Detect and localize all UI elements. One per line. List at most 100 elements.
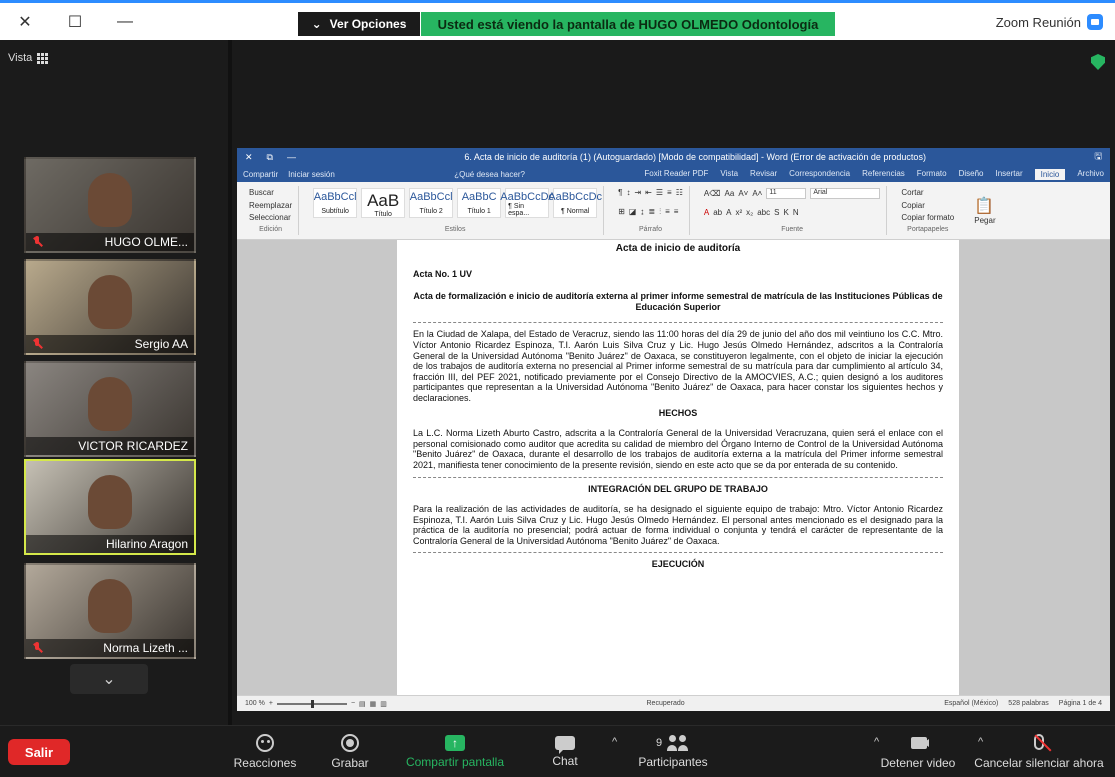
word-count-status[interactable]: 528 palabras	[1008, 700, 1048, 707]
underline-icon[interactable]: S	[774, 208, 779, 217]
chevron-up-icon[interactable]: ^	[612, 736, 617, 748]
numbered-list-icon[interactable]: ≡	[667, 188, 672, 197]
superscript-icon[interactable]: x²	[735, 208, 742, 217]
outdent-icon[interactable]: ⇤	[645, 188, 652, 197]
justify-icon[interactable]: ≣	[648, 207, 655, 216]
leave-button[interactable]: Salir	[8, 739, 70, 765]
zoom-level[interactable]: 100 %	[245, 700, 265, 707]
participant-tile[interactable]: VICTOR RICARDEZ	[24, 361, 196, 457]
italic-icon[interactable]: K	[783, 208, 788, 217]
ribbon-group-font: A⌫ Aa A˅ A˄ 11 Arial Aab Ax² x₂ abc S K N Fuente	[698, 186, 888, 235]
word-ribbon-tabs: Compartir Iniciar sesión ¿Qué desea hace…	[237, 166, 1110, 182]
participant-tile[interactable]: Norma Lizeth ...	[24, 563, 196, 659]
word-tab[interactable]: Archivo	[1077, 169, 1104, 180]
word-tab[interactable]: Foxit Reader PDF	[644, 169, 708, 180]
word-share-button[interactable]: Compartir	[243, 170, 278, 179]
copy-button[interactable]: Copiar	[901, 201, 954, 210]
word-save-icon[interactable]: 🖫	[1094, 149, 1102, 165]
multilevel-list-icon[interactable]: ☰	[656, 188, 663, 197]
participant-video	[88, 475, 132, 529]
paste-button[interactable]: Pegar	[974, 216, 995, 225]
maximize-icon[interactable]: ☐	[50, 12, 100, 32]
zoom-in-icon[interactable]: +	[269, 700, 273, 707]
zoom-slider-thumb[interactable]	[310, 699, 314, 708]
word-close-icon[interactable]: ✕	[245, 152, 253, 163]
minimize-icon[interactable]: —	[100, 13, 150, 31]
zoom-out-icon[interactable]: −	[351, 700, 355, 707]
participant-tile[interactable]: Sergio AA	[24, 259, 196, 355]
shading-icon[interactable]: ◪	[629, 207, 637, 216]
align-left-icon[interactable]: ≡	[674, 207, 679, 216]
word-tab[interactable]: Correspondencia	[789, 169, 850, 180]
participant-name: Sergio AA	[134, 337, 188, 351]
word-restore-icon[interactable]: ⧉	[267, 152, 273, 163]
word-tab[interactable]: Insertar	[996, 169, 1023, 180]
word-signin-link[interactable]: Iniciar sesión	[288, 170, 335, 179]
word-tab[interactable]: Revisar	[750, 169, 777, 180]
indent-icon[interactable]: ⇥	[634, 188, 641, 197]
style-option[interactable]: AaBbC Título 1	[457, 188, 502, 218]
replace-button[interactable]: Reemplazar	[249, 201, 292, 210]
grow-font-icon[interactable]: A˄	[752, 189, 762, 198]
word-minimize-icon[interactable]: —	[287, 152, 296, 163]
document-page[interactable]: Acta de inicio de auditoría Acta No. 1 U…	[397, 240, 959, 695]
view-options-dropdown[interactable]: ⌄ Ver Opciones	[298, 12, 420, 36]
clipboard-icon[interactable]: 📋	[974, 196, 995, 216]
gallery-scroll-down-button[interactable]: ⌄	[70, 664, 148, 694]
style-option[interactable]: AaBbCcDc ¶ Normal	[548, 188, 602, 218]
language-status[interactable]: Español (México)	[944, 700, 998, 707]
font-name-select[interactable]: Arial	[810, 188, 881, 199]
font-color-icon[interactable]: A	[704, 208, 709, 217]
borders-icon[interactable]: ⊞	[618, 207, 625, 216]
subscript-icon[interactable]: x₂	[746, 208, 753, 217]
select-button[interactable]: Seleccionar	[249, 213, 292, 222]
style-option[interactable]: AaBbCcl Título 2	[409, 188, 454, 218]
bullet-list-icon[interactable]: ☷	[676, 188, 683, 197]
word-tab[interactable]: Formato	[917, 169, 947, 180]
unmute-button[interactable]: Cancelar silenciar ahora	[968, 726, 1110, 777]
reactions-button[interactable]: Reacciones	[230, 726, 300, 777]
bold-icon[interactable]: N	[793, 208, 799, 217]
find-button[interactable]: Buscar	[249, 188, 292, 197]
align-right-icon[interactable]: ⫶	[659, 207, 661, 217]
word-tab[interactable]: Referencias	[862, 169, 905, 180]
view-button[interactable]: Vista	[8, 52, 49, 64]
chat-button[interactable]: Chat	[540, 726, 590, 777]
align-center-icon[interactable]: ≡	[665, 207, 670, 216]
record-button[interactable]: Grabar	[320, 726, 380, 777]
strikethrough-icon[interactable]: abc	[757, 208, 770, 217]
page-status[interactable]: Página 1 de 4	[1059, 700, 1102, 707]
style-option[interactable]: AaB Título	[361, 188, 406, 218]
change-case-icon[interactable]: Aa	[725, 189, 735, 198]
text-effects-icon[interactable]: A	[726, 208, 731, 217]
participant-tile[interactable]: HUGO OLME...	[24, 157, 196, 253]
print-layout-icon[interactable]: ▦	[370, 700, 377, 708]
style-name: Título 2	[419, 208, 443, 215]
shield-icon[interactable]	[1091, 54, 1105, 70]
sort-icon[interactable]: ↕	[626, 188, 630, 197]
word-tab[interactable]: Diseño	[959, 169, 984, 180]
cut-button[interactable]: Cortar	[901, 188, 954, 197]
style-option[interactable]: AaBbCcl Subtítulo	[313, 188, 358, 218]
format-painter-button[interactable]: Copiar formato	[901, 213, 954, 222]
tell-me-input[interactable]: ¿Qué desea hacer?	[454, 170, 525, 179]
word-tab[interactable]: Inicio	[1034, 168, 1066, 180]
paste-group: 📋 Pegar	[968, 186, 1001, 235]
web-layout-icon[interactable]: ▥	[380, 700, 387, 708]
font-size-select[interactable]: 11	[766, 188, 807, 199]
read-mode-icon[interactable]: ▤	[359, 700, 366, 708]
line-spacing-icon[interactable]: ↨	[640, 207, 644, 216]
participants-button[interactable]: 9 Participantes	[628, 726, 718, 777]
panel-divider[interactable]	[228, 40, 232, 725]
highlight-icon[interactable]: ab	[713, 208, 722, 217]
clear-format-icon[interactable]: A⌫	[704, 189, 721, 198]
word-tab[interactable]: Vista	[720, 169, 738, 180]
shrink-font-icon[interactable]: A˅	[738, 189, 748, 198]
stop-video-button[interactable]: Detener video	[872, 726, 964, 777]
close-icon[interactable]: ✕	[0, 12, 50, 32]
pilcrow-icon[interactable]: ¶	[618, 188, 622, 197]
style-option[interactable]: AaBbCcDc ¶ Sin espa...	[500, 188, 554, 218]
participant-tile[interactable]: Hilarino Aragon	[24, 459, 196, 555]
zoom-slider[interactable]	[276, 699, 347, 708]
share-screen-button[interactable]: ↑ Compartir pantalla	[395, 726, 515, 777]
